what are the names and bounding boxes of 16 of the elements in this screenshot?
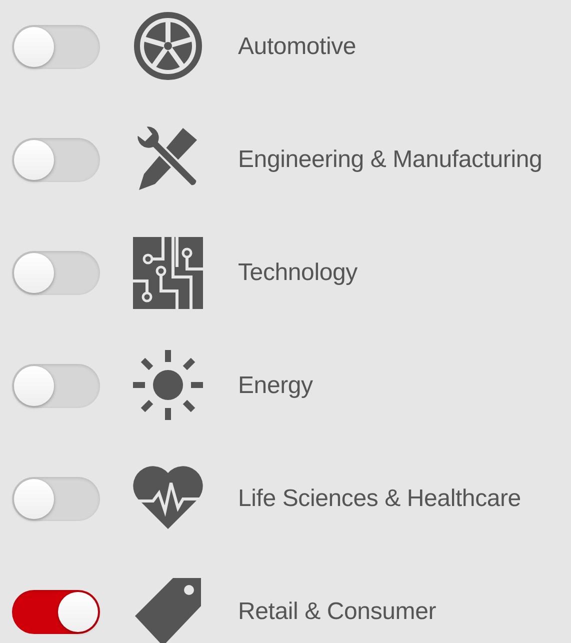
wheel-icon (133, 11, 203, 83)
category-label: Energy (238, 372, 313, 400)
category-label: Automotive (238, 33, 356, 61)
toggle-switch[interactable] (12, 477, 100, 521)
circuit-board-icon (133, 237, 203, 309)
category-label: Technology (238, 259, 358, 287)
sun-icon (133, 350, 203, 422)
toggle-switch[interactable] (12, 251, 100, 295)
toggle-switch[interactable] (12, 138, 100, 182)
tag-icon (133, 576, 203, 643)
category-label: Life Sciences & Healthcare (238, 485, 521, 513)
category-label: Retail & Consumer (238, 598, 436, 626)
toggle-switch[interactable] (12, 364, 100, 408)
toggle-switch[interactable] (12, 590, 100, 634)
category-label: Engineering & Manufacturing (238, 146, 542, 174)
toggle-switch[interactable] (12, 25, 100, 69)
